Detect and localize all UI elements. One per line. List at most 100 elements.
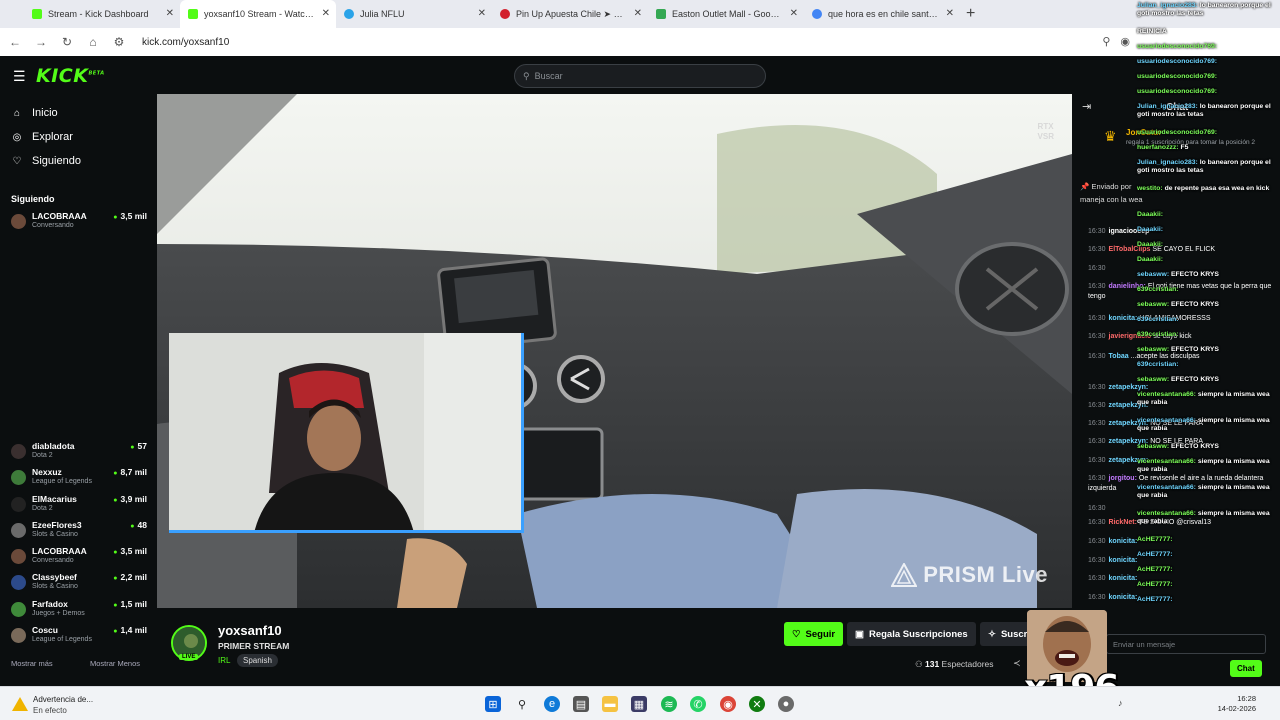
collapse-chat-icon[interactable]: ⇥: [1082, 100, 1091, 113]
pinned-user[interactable]: JonCutur: [1126, 128, 1162, 137]
message-user[interactable]: konicita:: [1109, 557, 1138, 564]
channel-viewers: 3,9 mil: [113, 494, 147, 504]
maps-favicon-icon: [656, 9, 666, 19]
channel-item[interactable]: EzeeFlores3 Slots & Casino 48: [11, 520, 147, 546]
browser-tab[interactable]: Julia NFLU ✕: [336, 0, 492, 28]
message-user[interactable]: jorgitou:: [1109, 475, 1137, 482]
app-icon[interactable]: ▦: [631, 696, 647, 712]
channel-item[interactable]: diabladota Dota 2 57: [11, 441, 147, 467]
whatsapp-icon[interactable]: ✆: [690, 696, 706, 712]
channel-item[interactable]: Nexxuz League of Legends 8,7 mil: [11, 467, 147, 493]
store-icon[interactable]: ▤: [573, 696, 589, 712]
obs-icon[interactable]: ●: [778, 696, 794, 712]
gift-subs-button[interactable]: ▣ Regala Suscripciones: [847, 622, 976, 646]
message-user[interactable]: ignacioocep: [1109, 228, 1150, 235]
avatar: [11, 444, 26, 459]
windows-start-icon[interactable]: ⊞: [485, 696, 501, 712]
channel-item[interactable]: Classybeef Slots & Casino 2,2 mil: [11, 572, 147, 598]
search-input[interactable]: ⚲ Buscar: [514, 64, 766, 88]
menu-icon[interactable]: ☰: [13, 68, 26, 85]
message-user[interactable]: RickNet:: [1109, 519, 1137, 526]
eye-off-icon[interactable]: ◉: [1120, 35, 1130, 48]
message-user[interactable]: zetapekzyn:: [1109, 402, 1149, 409]
show-less-link[interactable]: Mostrar Menos: [90, 659, 140, 668]
browser-tab[interactable]: Stream - Kick Dashboard ✕: [24, 0, 180, 28]
zoom-icon[interactable]: ⚲: [1102, 35, 1110, 48]
back-icon[interactable]: ←: [8, 35, 22, 49]
message-user[interactable]: ElTobalClips: [1109, 246, 1151, 253]
channel-name: Classybeef: [32, 572, 77, 582]
message-text: NO SE LE PARA: [1150, 438, 1203, 445]
channel-item[interactable]: LACOBRAAA Conversando 3,5 mil: [11, 546, 147, 572]
stream-category-link[interactable]: IRL: [218, 656, 230, 665]
share-icon[interactable]: ≺: [1013, 658, 1021, 669]
heart-icon: ♡: [792, 628, 801, 640]
channel-item[interactable]: Coscu League of Legends 1,4 mil: [11, 625, 147, 651]
spotify-icon[interactable]: ≋: [661, 696, 677, 712]
message-user[interactable]: javierignacio: [1109, 333, 1152, 340]
channel-category: Conversando: [32, 557, 74, 564]
message-user[interactable]: danielinho:: [1109, 283, 1146, 290]
streamer-webcam-image: [169, 333, 521, 530]
close-tab-icon[interactable]: ✕: [478, 8, 486, 19]
message-user[interactable]: konicita:: [1109, 594, 1138, 601]
streamer-name[interactable]: yoxsanf10: [218, 623, 282, 638]
warning-icon[interactable]: [12, 697, 28, 711]
message-user[interactable]: zetapekzyn:: [1109, 457, 1149, 464]
message-user[interactable]: zetapekzyn:: [1109, 438, 1149, 445]
message-time: 16:30: [1088, 353, 1106, 360]
folder-icon[interactable]: ▬: [602, 696, 618, 712]
edge-icon[interactable]: e: [544, 696, 560, 712]
chrome-icon[interactable]: ◉: [720, 696, 736, 712]
microphone-icon[interactable]: ♪: [1118, 698, 1123, 708]
kick-logo[interactable]: KICKBETA: [36, 65, 105, 87]
forward-icon[interactable]: →: [34, 35, 48, 49]
browser-tab[interactable]: Easton Outlet Mall - Google M ✕: [648, 0, 804, 28]
search-placeholder: Buscar: [534, 71, 563, 81]
show-more-link[interactable]: Mostrar más: [11, 659, 53, 668]
message-text: HOLAMISAMORESSS: [1139, 315, 1211, 322]
video-player[interactable]: RTX VSR PRISM Live: [157, 94, 1072, 608]
browser-tab-active[interactable]: yoxsanf10 Stream - Watch L ✕: [180, 0, 336, 28]
home-icon[interactable]: ⌂: [86, 35, 100, 49]
chat-input[interactable]: Enviar un mensaje: [1106, 634, 1266, 654]
channel-name: Farfadox: [32, 599, 68, 609]
message-time: 16:30: [1088, 557, 1106, 564]
chat-message: 16:30 danielinho: El goti tiene mas vetas …: [1088, 282, 1274, 301]
search-icon[interactable]: ⚲: [514, 696, 530, 712]
channel-viewers: 8,7 mil: [113, 467, 147, 477]
message-user[interactable]: zetapekzyn:: [1109, 420, 1149, 427]
message-user[interactable]: Tobaa: [1109, 353, 1129, 360]
chat-send-button[interactable]: Chat: [1230, 660, 1262, 677]
message-time: 16:30: [1088, 315, 1106, 322]
url-field[interactable]: kick.com/yoxsanf10: [142, 37, 229, 48]
site-info-icon[interactable]: ⚙: [112, 35, 126, 49]
language-tag[interactable]: Spanish: [237, 654, 278, 667]
new-tab-icon[interactable]: +: [966, 5, 975, 23]
close-tab-icon[interactable]: ✕: [946, 8, 954, 19]
channel-item[interactable]: ElMacarius Dota 2 3,9 mil: [11, 494, 147, 520]
tab-title: Easton Outlet Mall - Google M: [672, 9, 782, 19]
message-user[interactable]: konicita:: [1109, 575, 1138, 582]
close-tab-icon[interactable]: ✕: [790, 8, 798, 19]
sidebar-item-inicio[interactable]: ⌂ Inicio: [11, 107, 58, 119]
close-tab-icon[interactable]: ✕: [166, 8, 174, 19]
close-tab-icon[interactable]: ✕: [634, 8, 642, 19]
reload-icon[interactable]: ↻: [60, 35, 74, 49]
browser-tab[interactable]: que hora es en chile santiago ✕: [804, 0, 960, 28]
browser-tab[interactable]: Pin Up Apuesta Chile ➤ Libro D ✕: [492, 0, 648, 28]
channel-item[interactable]: Farfadox Juegos + Demos 1,5 mil: [11, 599, 147, 625]
sidebar-item-explorar[interactable]: ◎ Explorar: [11, 131, 73, 143]
message-user[interactable]: zetapekzyn:: [1109, 384, 1149, 391]
sidebar-item-siguiendo[interactable]: ♡ Siguiendo: [11, 155, 81, 167]
close-tab-icon[interactable]: ✕: [322, 8, 330, 19]
message-user[interactable]: konicita:: [1109, 538, 1138, 545]
message-user[interactable]: konicita:: [1109, 315, 1138, 322]
weather-alert-title[interactable]: Advertencia de...: [33, 695, 93, 704]
channel-item[interactable]: LACOBRAAA Conversando 3,5 mil: [11, 211, 147, 237]
follow-button[interactable]: ♡ Seguir: [784, 622, 844, 646]
system-clock[interactable]: 16:28 14-02-2026: [1218, 694, 1256, 714]
xbox-icon[interactable]: ✕: [749, 696, 765, 712]
message-time: 16:30: [1088, 333, 1106, 340]
tab-title: Pin Up Apuesta Chile ➤ Libro D: [516, 8, 626, 19]
